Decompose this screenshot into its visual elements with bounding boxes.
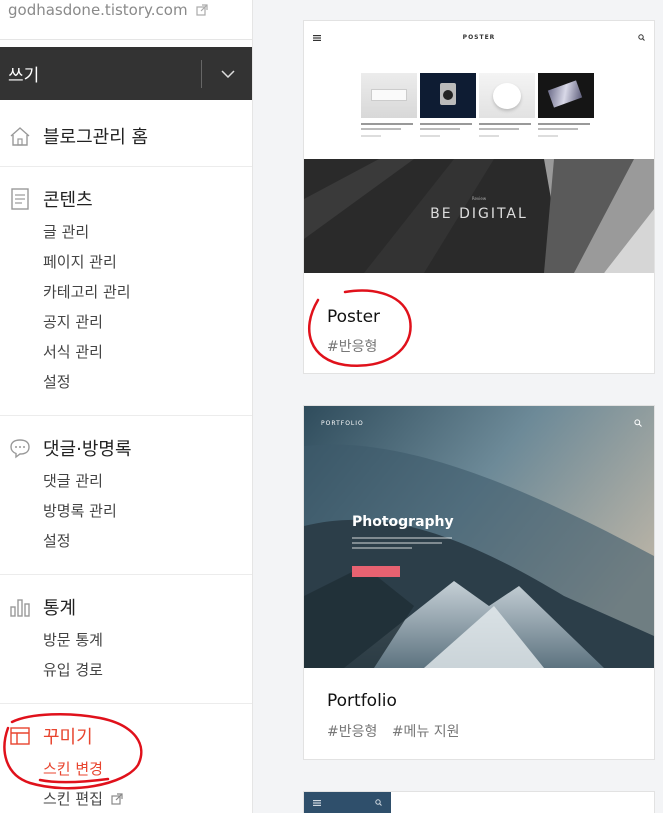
banner-title: BE DIGITAL — [430, 206, 528, 222]
submenu-post-manage[interactable]: 글 관리 — [43, 217, 252, 247]
submenu-visit-stats[interactable]: 방문 통계 — [43, 625, 252, 655]
skin-name: Poster — [327, 307, 381, 327]
portfolio-hero-text — [352, 547, 412, 549]
external-link-icon — [196, 4, 208, 16]
menu-title: 꾸미기 — [43, 727, 93, 748]
menu-group-home: 블로그관리 홈 — [0, 120, 252, 150]
submenu-category-manage[interactable]: 카테고리 관리 — [43, 277, 252, 307]
poster-preview-top: POSTER — [304, 21, 654, 159]
submenu-notice-manage[interactable]: 공지 관리 — [43, 307, 252, 337]
submenu-guestbook-manage[interactable]: 방명록 관리 — [43, 496, 252, 526]
skin-card[interactable] — [303, 791, 655, 813]
menu-title: 통계 — [43, 598, 77, 619]
menu-item-design[interactable]: 꾸미기 — [0, 720, 252, 750]
submenu-skin-change[interactable]: 스킨 변경 — [43, 754, 252, 784]
portfolio-hero-title: Photography — [352, 514, 454, 530]
portfolio-logo: PORTFOLIO — [321, 420, 364, 427]
external-link-icon — [111, 793, 123, 805]
poster-nav: POSTER — [304, 21, 654, 57]
skin-preview-poster[interactable]: POSTER Review BE DIGITAL — [304, 21, 654, 273]
blog-url-text[interactable]: godhasdone.tistory.com — [8, 1, 188, 19]
article-thumbnail — [479, 73, 535, 118]
menu-item-blog-home[interactable]: 블로그관리 홈 — [0, 120, 252, 150]
portfolio-hero-text — [352, 537, 452, 539]
banner-label: Review — [471, 196, 487, 201]
divider — [0, 703, 252, 704]
menu-group-contents: 콘텐츠 글 관리 페이지 관리 카테고리 관리 공지 관리 서식 관리 설정 — [0, 183, 252, 397]
home-icon — [10, 127, 30, 146]
submenu-template-manage[interactable]: 서식 관리 — [43, 337, 252, 367]
submenu-skin-edit[interactable]: 스킨 편집 — [43, 784, 252, 813]
menu-group-design: 꾸미기 스킨 변경 스킨 편집 — [0, 720, 252, 813]
menu-group-comments: 댓글·방명록 댓글 관리 방명록 관리 설정 — [0, 432, 252, 556]
portfolio-hero-text — [352, 542, 442, 544]
menu-item-comments[interactable]: 댓글·방명록 — [0, 432, 252, 462]
blog-url-link[interactable]: godhasdone.tistory.com — [8, 1, 208, 19]
skin-tag: #메뉴 지원 — [391, 724, 460, 740]
skin-name: Portfolio — [327, 691, 397, 711]
skin-tags: #반응형 #메뉴 지원 — [327, 721, 470, 741]
submenu-contents-settings[interactable]: 설정 — [43, 367, 252, 397]
search-icon — [638, 34, 645, 41]
submenu-comments-settings[interactable]: 설정 — [43, 526, 252, 556]
poster-article — [538, 73, 594, 137]
document-icon — [11, 188, 29, 210]
menu-title: 댓글·방명록 — [43, 439, 132, 460]
menu-icon — [313, 800, 321, 806]
menu-group-stats: 통계 방문 통계 유입 경로 — [0, 591, 252, 685]
skin-edit-label: 스킨 편집 — [43, 790, 103, 808]
skin-card-poster[interactable]: POSTER Review BE DIGITAL Poster #반응형 — [303, 20, 655, 374]
poster-logo: POSTER — [462, 34, 496, 41]
divider — [0, 166, 252, 167]
skin-tag: #반응형 — [327, 724, 378, 740]
sidebar: godhasdone.tistory.com 쓰기 블로그관리 홈 콘텐츠 글 … — [0, 0, 253, 813]
portfolio-hero-button — [352, 566, 400, 577]
write-button[interactable]: 쓰기 — [0, 47, 252, 100]
skin-preview-portfolio[interactable]: PORTFOLIO Photography — [304, 406, 654, 668]
menu-title: 블로그관리 홈 — [43, 127, 149, 148]
article-thumbnail — [361, 73, 417, 118]
poster-article — [479, 73, 535, 137]
poster-article — [420, 73, 476, 137]
layout-icon — [10, 727, 30, 745]
skin-tag: #반응형 — [327, 339, 378, 355]
poster-banner: Review BE DIGITAL — [304, 159, 654, 273]
skin-preview-nav — [304, 792, 391, 813]
search-icon — [375, 799, 382, 806]
poster-article — [361, 73, 417, 137]
divider — [0, 39, 252, 40]
article-thumbnail — [420, 73, 476, 118]
submenu-referrer[interactable]: 유입 경로 — [43, 655, 252, 685]
skin-card-portfolio[interactable]: PORTFOLIO Photography Portfolio #반응형 #메뉴… — [303, 405, 655, 760]
chart-icon — [10, 599, 30, 617]
chevron-down-icon[interactable] — [202, 47, 252, 100]
comment-icon — [10, 439, 30, 459]
divider — [0, 415, 252, 416]
article-thumbnail — [538, 73, 594, 118]
submenu-page-manage[interactable]: 페이지 관리 — [43, 247, 252, 277]
menu-item-contents[interactable]: 콘텐츠 — [0, 183, 252, 213]
menu-title: 콘텐츠 — [43, 190, 93, 211]
poster-article-grid — [361, 73, 594, 137]
menu-item-stats[interactable]: 통계 — [0, 591, 252, 621]
divider — [0, 574, 252, 575]
skin-tags: #반응형 — [327, 336, 387, 356]
search-icon — [634, 419, 642, 427]
write-label: 쓰기 — [8, 66, 40, 86]
submenu-comment-manage[interactable]: 댓글 관리 — [43, 466, 252, 496]
